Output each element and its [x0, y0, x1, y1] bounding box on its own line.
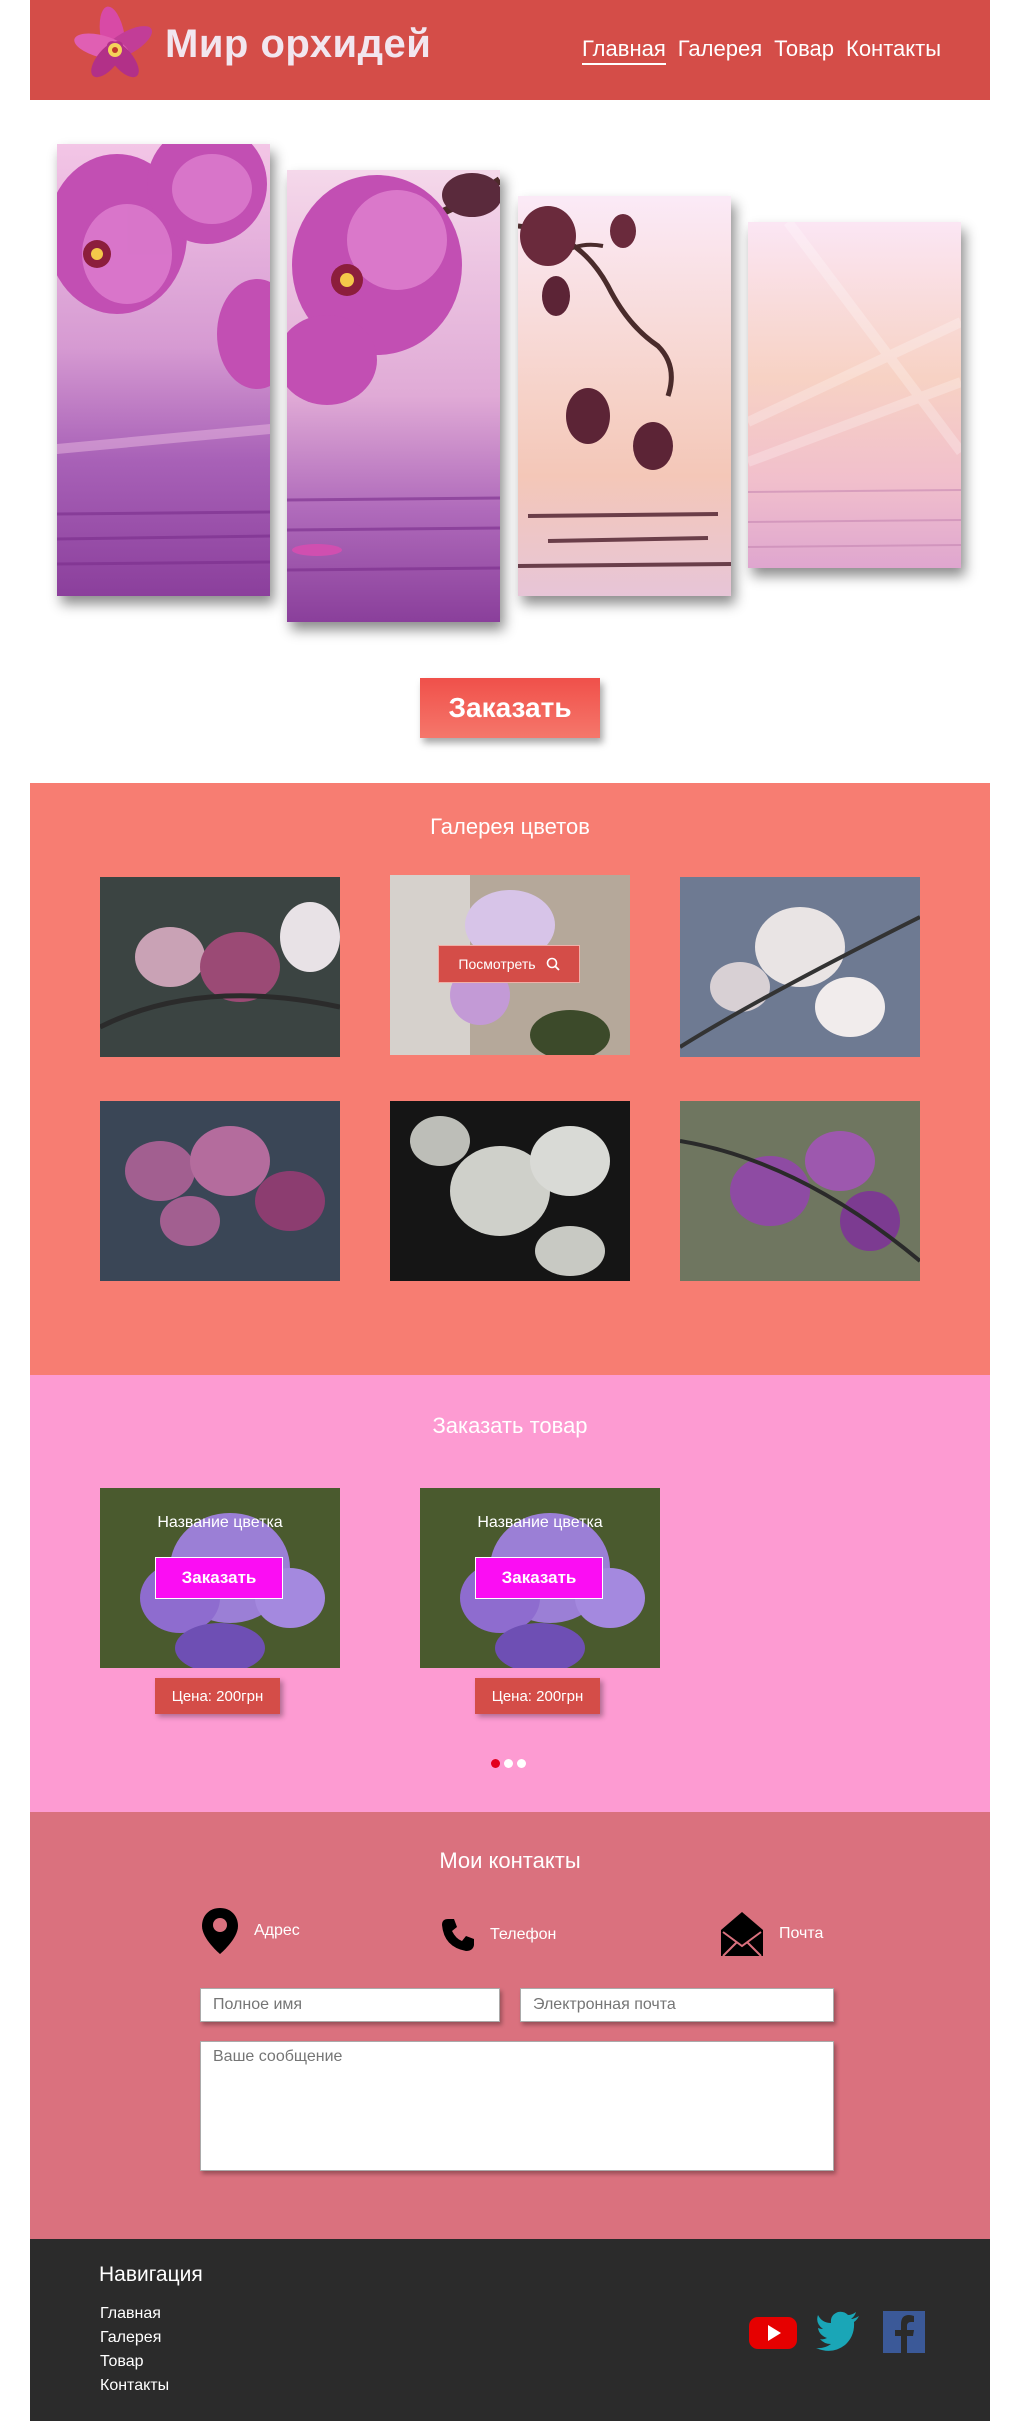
footer-nav-title: Навигация [99, 2263, 203, 2286]
product-name: Название цветка [157, 1514, 283, 1531]
hero-panel-1 [57, 144, 270, 596]
gallery-title: Галерея цветов [430, 814, 590, 839]
view-button-label: Посмотреть [458, 956, 536, 972]
location-pin-icon [202, 1908, 238, 1954]
contacts-section: Мои контакты Адрес Телефон Почта [30, 1812, 990, 2239]
search-icon [546, 957, 560, 971]
product-price: Цена: 200грн [155, 1678, 280, 1714]
product-card: Название цветка Заказать [100, 1488, 340, 1668]
slider-dot[interactable] [517, 1759, 526, 1768]
slider-dot[interactable] [504, 1759, 513, 1768]
address-item: Адрес [200, 1906, 300, 1956]
address-label: Адрес [254, 1922, 300, 1939]
gallery-image-3[interactable] [680, 877, 920, 1057]
facebook-icon[interactable] [883, 2311, 925, 2353]
gallery-image-5[interactable] [390, 1101, 630, 1281]
nav-home-link[interactable]: Главная [582, 36, 666, 65]
brand-title: Мир орхидей [165, 22, 432, 66]
hero-panel-4 [748, 222, 961, 568]
phone-label: Телефон [490, 1926, 557, 1943]
phone-item: Телефон [440, 1917, 556, 1953]
youtube-icon[interactable] [748, 2315, 798, 2351]
footer-link-product[interactable]: Товар [100, 2350, 169, 2374]
gallery-image-1[interactable] [100, 877, 340, 1057]
order-section: Заказать товар Название цветка Заказать … [30, 1375, 990, 1812]
product-order-button[interactable]: Заказать [155, 1557, 283, 1599]
mail-label: Почта [779, 1925, 824, 1942]
contacts-title: Мои контакты [439, 1848, 581, 1873]
hero-panel-2 [287, 170, 500, 622]
twitter-icon[interactable] [816, 2311, 860, 2351]
hero-panel-3 [518, 196, 731, 596]
main-nav: Главная Галерея Товар Контакты [582, 36, 941, 65]
footer-nav: Главная Галерея Товар Контакты [100, 2302, 169, 2398]
nav-gallery-link[interactable]: Галерея [678, 36, 762, 65]
product-order-button[interactable]: Заказать [475, 1557, 603, 1599]
mail-item: Почта [719, 1910, 823, 1958]
product-price: Цена: 200грн [475, 1678, 600, 1714]
hero-banner [30, 140, 990, 640]
mail-envelope-icon [721, 1912, 763, 1957]
email-field[interactable] [520, 1988, 834, 2022]
product-name: Название цветка [477, 1514, 603, 1531]
full-name-field[interactable] [200, 1988, 500, 2022]
hero-order-button[interactable]: Заказать [420, 678, 600, 738]
site-header: Мир орхидей Главная Галерея Товар Контак… [30, 0, 990, 100]
site-footer: Навигация Главная Галерея Товар Контакты [30, 2239, 990, 2421]
phone-icon [442, 1919, 474, 1951]
order-title: Заказать товар [432, 1413, 588, 1438]
product-card: Название цветка Заказать [420, 1488, 660, 1668]
view-button[interactable]: Посмотреть [438, 945, 580, 983]
nav-contacts-link[interactable]: Контакты [846, 36, 941, 65]
gallery-image-6[interactable] [680, 1101, 920, 1281]
slider-dot-active[interactable] [491, 1759, 500, 1768]
gallery-image-2[interactable]: Посмотреть [390, 875, 630, 1055]
slider-dots [491, 1759, 526, 1768]
nav-product-link[interactable]: Товар [774, 36, 834, 65]
footer-link-gallery[interactable]: Галерея [100, 2326, 169, 2350]
gallery-section: Галерея цветов Посмотреть [30, 783, 990, 1375]
footer-link-home[interactable]: Главная [100, 2302, 169, 2326]
gallery-image-4[interactable] [100, 1101, 340, 1281]
footer-link-contacts[interactable]: Контакты [100, 2374, 169, 2398]
message-field[interactable] [200, 2041, 834, 2171]
orchid-logo-icon[interactable] [70, 6, 160, 94]
